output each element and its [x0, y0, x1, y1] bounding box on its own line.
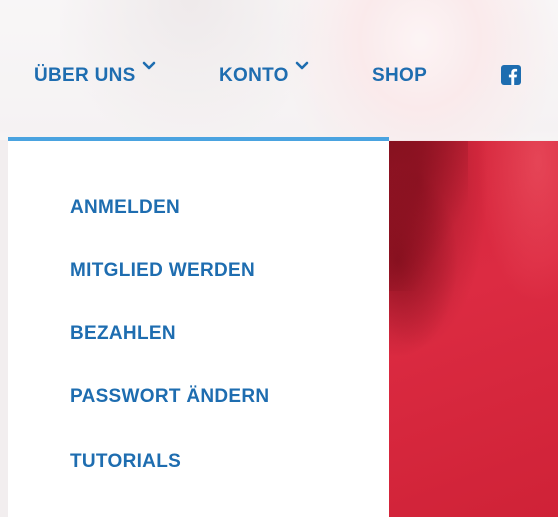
nav-item-label: KONTO: [219, 65, 289, 86]
nav-item-label: SHOP: [372, 65, 428, 86]
nav-item-konto[interactable]: KONTO: [219, 60, 309, 92]
hero-image-shadow: [388, 141, 468, 291]
main-navigation: ÜBER UNS KONTO SHOP: [0, 0, 558, 140]
menu-item-mitglied-werden[interactable]: MITGLIED WERDEN: [70, 260, 255, 282]
menu-item-anmelden[interactable]: ANMELDEN: [70, 197, 180, 219]
menu-item-tutorials[interactable]: TUTORIALS: [70, 451, 181, 473]
nav-item-shop[interactable]: SHOP: [372, 60, 427, 92]
nav-item-ueber-uns[interactable]: ÜBER UNS: [34, 60, 156, 92]
hero-image: [388, 141, 558, 517]
menu-item-passwort-aendern[interactable]: PASSWORT ÄNDERN: [70, 386, 269, 408]
menu-item-bezahlen[interactable]: BEZAHLEN: [70, 323, 176, 345]
facebook-icon[interactable]: [500, 64, 522, 86]
konto-dropdown-menu: ANMELDEN MITGLIED WERDEN BEZAHLEN PASSWO…: [8, 141, 389, 517]
nav-item-label: ÜBER UNS: [34, 65, 136, 86]
chevron-down-icon: [295, 61, 309, 70]
chevron-down-icon: [142, 61, 155, 70]
